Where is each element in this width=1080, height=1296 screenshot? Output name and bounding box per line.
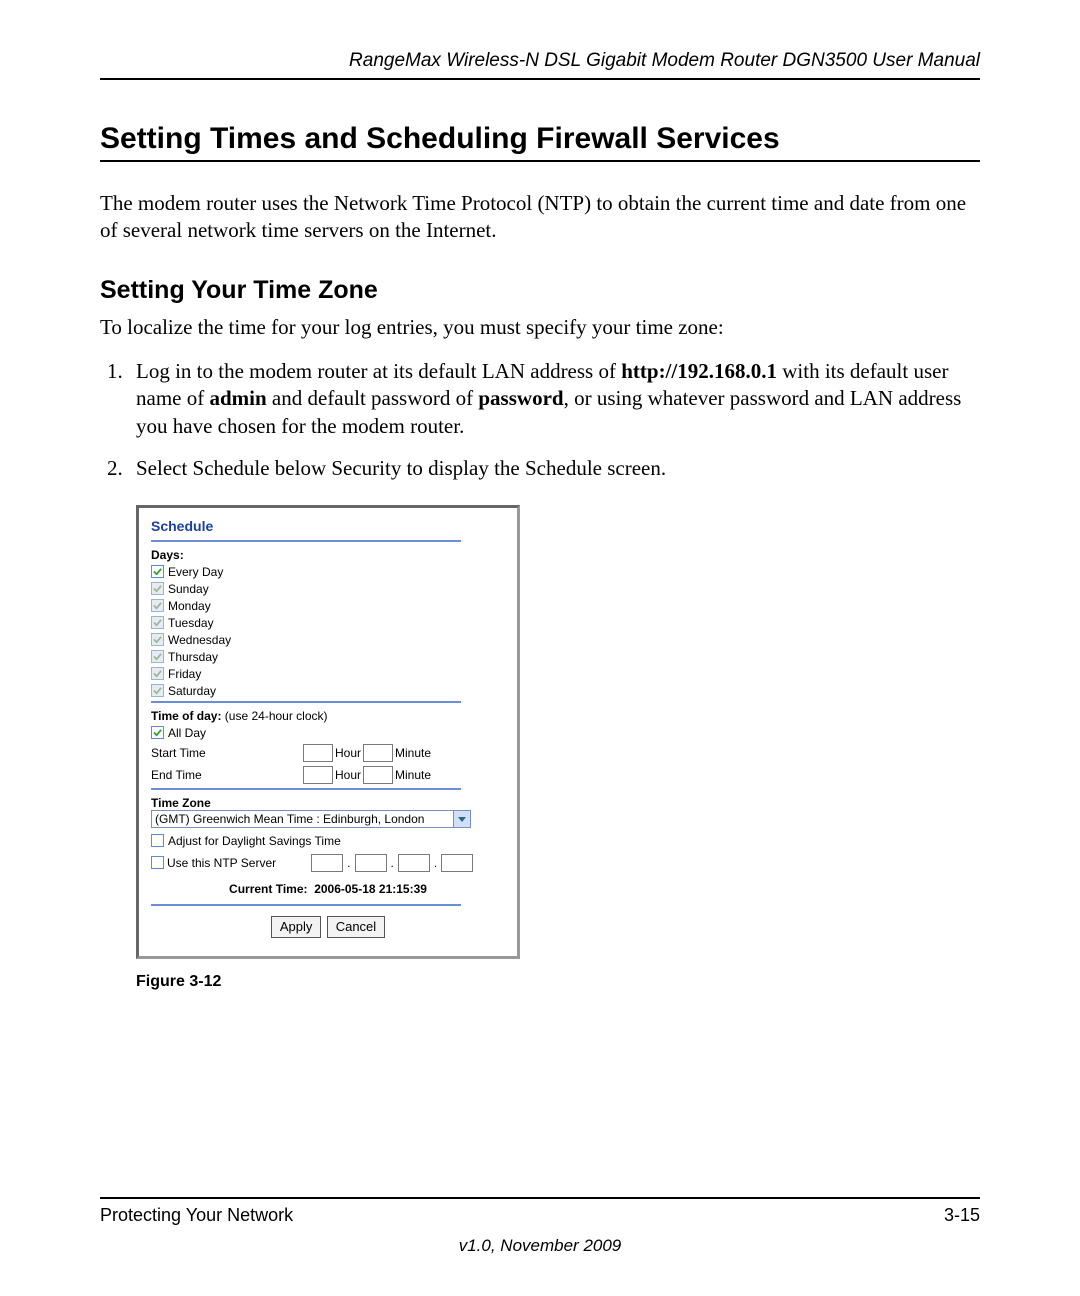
footer-section: Protecting Your Network [100, 1205, 293, 1226]
section-heading: Setting Times and Scheduling Firewall Se… [100, 122, 980, 162]
ntp-label: Use this NTP Server [167, 856, 276, 870]
start-minute-input[interactable] [363, 744, 393, 762]
days-label: Days: [151, 548, 505, 562]
step-list: Log in to the modem router at its defaul… [100, 358, 980, 483]
panel-title: Schedule [151, 518, 505, 538]
start-hour-input[interactable] [303, 744, 333, 762]
timezone-label: Time Zone [151, 796, 505, 810]
divider [151, 701, 461, 703]
footer-page: 3-15 [944, 1205, 980, 1226]
checkbox-icon [151, 582, 164, 595]
end-minute-input[interactable] [363, 766, 393, 784]
checkbox-icon [151, 726, 164, 739]
ntp-row: Use this NTP Server . . . [151, 854, 505, 872]
time-of-day-label: Time of day: (use 24-hour clock) [151, 709, 505, 723]
end-time-row: End Time Hour Minute [151, 766, 505, 784]
timezone-select[interactable]: (GMT) Greenwich Mean Time : Edinburgh, L… [151, 810, 471, 828]
screenshot-wrapper: Schedule Days: Every Day Sunday Monday T… [136, 505, 980, 991]
checkbox-tuesday[interactable]: Tuesday [151, 616, 505, 630]
divider [151, 904, 461, 906]
start-time-label: Start Time [151, 746, 301, 760]
divider [151, 788, 461, 790]
intro-paragraph: The modem router uses the Network Time P… [100, 190, 980, 244]
figure-caption: Figure 3-12 [136, 973, 980, 991]
checkbox-label: Thursday [168, 650, 218, 664]
checkbox-ntp[interactable] [151, 856, 164, 869]
ntp-octet-2[interactable] [355, 854, 387, 872]
divider [151, 540, 461, 542]
page-footer: Protecting Your Network 3-15 v1.0, Novem… [100, 1197, 980, 1256]
step-2: Select Schedule below Security to displa… [128, 455, 980, 483]
checkbox-icon [151, 599, 164, 612]
checkbox-label: Monday [168, 599, 211, 613]
checkbox-icon [151, 650, 164, 663]
checkbox-label: Tuesday [168, 616, 214, 630]
ntp-octet-3[interactable] [398, 854, 430, 872]
checkbox-icon [151, 565, 164, 578]
checkbox-wednesday[interactable]: Wednesday [151, 633, 505, 647]
checkbox-friday[interactable]: Friday [151, 667, 505, 681]
checkbox-label: All Day [168, 726, 206, 740]
checkbox-label: Friday [168, 667, 201, 681]
checkbox-monday[interactable]: Monday [151, 599, 505, 613]
checkbox-icon [151, 616, 164, 629]
checkbox-sunday[interactable]: Sunday [151, 582, 505, 596]
checkbox-dst[interactable]: Adjust for Daylight Savings Time [151, 834, 505, 848]
subsection-heading: Setting Your Time Zone [100, 276, 980, 305]
checkbox-label: Every Day [168, 565, 223, 579]
ntp-octet-4[interactable] [441, 854, 473, 872]
minute-label: Minute [395, 746, 431, 760]
ntp-octet-1[interactable] [311, 854, 343, 872]
schedule-panel: Schedule Days: Every Day Sunday Monday T… [136, 505, 520, 959]
checkbox-icon [151, 633, 164, 646]
end-time-label: End Time [151, 768, 301, 782]
cancel-button[interactable]: Cancel [327, 916, 385, 938]
checkbox-icon [151, 684, 164, 697]
checkbox-label: Adjust for Daylight Savings Time [168, 834, 341, 848]
checkbox-label: Sunday [168, 582, 209, 596]
current-time: Current Time: 2006-05-18 21:15:39 [151, 882, 505, 896]
minute-label: Minute [395, 768, 431, 782]
step-1: Log in to the modem router at its defaul… [128, 358, 980, 441]
checkbox-icon [151, 834, 164, 847]
running-header: RangeMax Wireless-N DSL Gigabit Modem Ro… [100, 50, 980, 80]
lead-text: To localize the time for your log entrie… [100, 315, 980, 340]
checkbox-thursday[interactable]: Thursday [151, 650, 505, 664]
apply-button[interactable]: Apply [271, 916, 322, 938]
start-time-row: Start Time Hour Minute [151, 744, 505, 762]
footer-version: v1.0, November 2009 [100, 1236, 980, 1256]
hour-label: Hour [335, 768, 361, 782]
hour-label: Hour [335, 746, 361, 760]
checkbox-icon [151, 667, 164, 680]
manual-page: RangeMax Wireless-N DSL Gigabit Modem Ro… [0, 0, 1080, 1296]
checkbox-every-day[interactable]: Every Day [151, 565, 505, 579]
end-hour-input[interactable] [303, 766, 333, 784]
checkbox-all-day[interactable]: All Day [151, 726, 505, 740]
checkbox-label: Wednesday [168, 633, 231, 647]
timezone-value: (GMT) Greenwich Mean Time : Edinburgh, L… [155, 812, 424, 826]
chevron-down-icon [453, 811, 470, 827]
checkbox-saturday[interactable]: Saturday [151, 684, 505, 698]
button-row: Apply Cancel [151, 916, 505, 938]
checkbox-label: Saturday [168, 684, 216, 698]
